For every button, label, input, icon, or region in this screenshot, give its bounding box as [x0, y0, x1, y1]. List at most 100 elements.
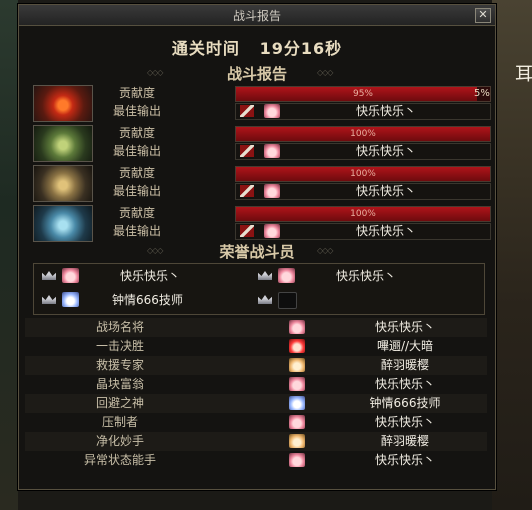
- honor-player-name: 钟情666技师: [112, 293, 183, 307]
- award-row: 一击决胜 嗶逦//大暗: [25, 337, 487, 356]
- best-output-box: 快乐快乐丶: [235, 103, 491, 120]
- crown-icon: [258, 295, 272, 304]
- contribution-label: 贡献度: [118, 86, 155, 100]
- player-avatar-icon: [62, 292, 79, 307]
- award-title: 异常状态能手: [83, 453, 156, 467]
- diamond-ornament-left: ◇◇◇: [147, 246, 164, 255]
- report-row: 贡献度 最佳输出 100% 快乐快乐丶: [33, 124, 491, 162]
- diamond-ornament-right: ◇◇◇: [317, 68, 334, 77]
- best-output-name: 快乐快乐丶: [356, 104, 417, 118]
- player-avatar-icon: [264, 104, 280, 118]
- honor-player-name: 快乐快乐丶: [120, 269, 181, 283]
- diamond-ornament-left: ◇◇◇: [147, 68, 164, 77]
- honor-title: 荣誉战斗员: [219, 243, 295, 261]
- award-player-name: 快乐快乐丶: [374, 377, 435, 391]
- crown-icon: [42, 295, 56, 304]
- close-button[interactable]: ✕: [475, 8, 491, 23]
- award-row: 救援专家 醉羽暖樱: [25, 356, 487, 375]
- class-icon: [240, 105, 254, 117]
- award-row: 压制者 快乐快乐丶: [25, 413, 487, 432]
- award-row: 晶块富翁 快乐快乐丶: [25, 375, 487, 394]
- best-output-label: 最佳输出: [112, 184, 161, 198]
- battle-report-heading: ◇◇◇ 战斗报告 ◇◇◇: [19, 63, 495, 84]
- battle-report-title: 战斗报告: [226, 65, 287, 83]
- player-avatar-icon: [289, 377, 305, 391]
- award-player-name: 醉羽暖樱: [380, 434, 429, 448]
- contribution-label: 贡献度: [118, 206, 155, 220]
- honor-player: 钟情666技师: [36, 291, 256, 311]
- contribution-label: 贡献度: [118, 166, 155, 180]
- window-title: 战斗报告: [232, 9, 281, 23]
- award-title: 回避之神: [95, 396, 144, 410]
- contribution-percent: 100%: [350, 209, 376, 219]
- award-title: 救援专家: [95, 358, 144, 372]
- player-avatar-icon: [264, 144, 280, 158]
- best-output-label: 最佳输出: [112, 144, 161, 158]
- player-avatar-icon: [289, 339, 305, 353]
- award-player-name: 嗶逦//大暗: [376, 339, 434, 353]
- best-output-box: 快乐快乐丶: [235, 223, 491, 240]
- award-player-name: 醉羽暖樱: [380, 358, 429, 372]
- honor-player: 快乐快乐丶: [36, 267, 256, 287]
- player-avatar-icon: [289, 396, 305, 410]
- player-avatar-icon: [289, 453, 305, 467]
- award-title: 晶块富翁: [95, 377, 144, 391]
- background-left: [0, 0, 18, 510]
- award-row: 战场名将 快乐快乐丶: [25, 318, 487, 337]
- award-player-name: 快乐快乐丶: [374, 453, 435, 467]
- best-output-name: 快乐快乐丶: [356, 144, 417, 158]
- award-row: 回避之神 钟情666技师: [25, 394, 487, 413]
- class-icon: [240, 145, 254, 157]
- title-bar[interactable]: 战斗报告 ✕: [19, 5, 495, 26]
- player-avatar-icon: [62, 268, 79, 283]
- boss-flame-icon: [33, 85, 93, 122]
- honor-heading: ◇◇◇ 荣誉战斗员 ◇◇◇: [19, 241, 495, 262]
- report-row: 贡献度 最佳输出 100% 快乐快乐丶: [33, 164, 491, 202]
- contribution-percent: 95%: [352, 89, 373, 99]
- award-player-name: 快乐快乐丶: [374, 415, 435, 429]
- contribution-percent: 100%: [350, 129, 376, 139]
- player-avatar-icon: [264, 224, 280, 238]
- contribution-bar: 100%: [235, 206, 491, 222]
- honor-panel: 快乐快乐丶 快乐快乐丶 钟情666技师: [33, 263, 485, 315]
- battle-report-window: 战斗报告 ✕ 通关时间 19分16秒 ◇◇◇ 战斗报告 ◇◇◇ 贡献度 最佳输出…: [18, 4, 496, 490]
- honor-player: [252, 291, 472, 311]
- award-title: 净化妙手: [95, 434, 144, 448]
- diamond-ornament-right: ◇◇◇: [317, 246, 334, 255]
- clear-time-value: 19分16秒: [259, 39, 343, 58]
- honor-player: 快乐快乐丶: [252, 267, 472, 287]
- boss-green-icon: [33, 125, 93, 162]
- award-player-name: 钟情666技师: [369, 396, 441, 410]
- report-row: 贡献度 最佳输出 95% 5% 快乐快乐丶: [33, 84, 491, 122]
- clear-time: 通关时间 19分16秒: [19, 35, 495, 59]
- contribution-bar: 95%: [235, 86, 491, 102]
- overflow-percent: 5%: [474, 88, 490, 99]
- report-row: 贡献度 最佳输出 100% 快乐快乐丶: [33, 204, 491, 242]
- player-avatar-icon: [278, 268, 295, 283]
- award-title: 一击决胜: [95, 339, 144, 353]
- boss-ice-icon: [33, 205, 93, 242]
- contribution-percent: 100%: [350, 169, 376, 179]
- empty-slot-icon: [278, 292, 297, 309]
- contribution-label: 贡献度: [118, 126, 155, 140]
- crown-icon: [42, 271, 56, 280]
- best-output-label: 最佳输出: [112, 224, 161, 238]
- clear-time-label: 通关时间: [171, 39, 240, 58]
- player-avatar-icon: [289, 358, 305, 372]
- best-output-name: 快乐快乐丶: [356, 184, 417, 198]
- player-avatar-icon: [289, 320, 305, 334]
- contribution-bar: 100%: [235, 166, 491, 182]
- boss-gold-icon: [33, 165, 93, 202]
- best-output-name: 快乐快乐丶: [356, 224, 417, 238]
- class-icon: [240, 225, 254, 237]
- contribution-bar: 100%: [235, 126, 491, 142]
- class-icon: [240, 185, 254, 197]
- close-icon: ✕: [478, 8, 488, 21]
- player-avatar-icon: [289, 415, 305, 429]
- honor-player-name: 快乐快乐丶: [336, 269, 397, 283]
- award-player-name: 快乐快乐丶: [374, 320, 435, 334]
- best-output-label: 最佳输出: [112, 104, 161, 118]
- crown-icon: [258, 271, 272, 280]
- award-title: 压制者: [101, 415, 138, 429]
- award-row: 异常状态能手 快乐快乐丶: [25, 451, 487, 470]
